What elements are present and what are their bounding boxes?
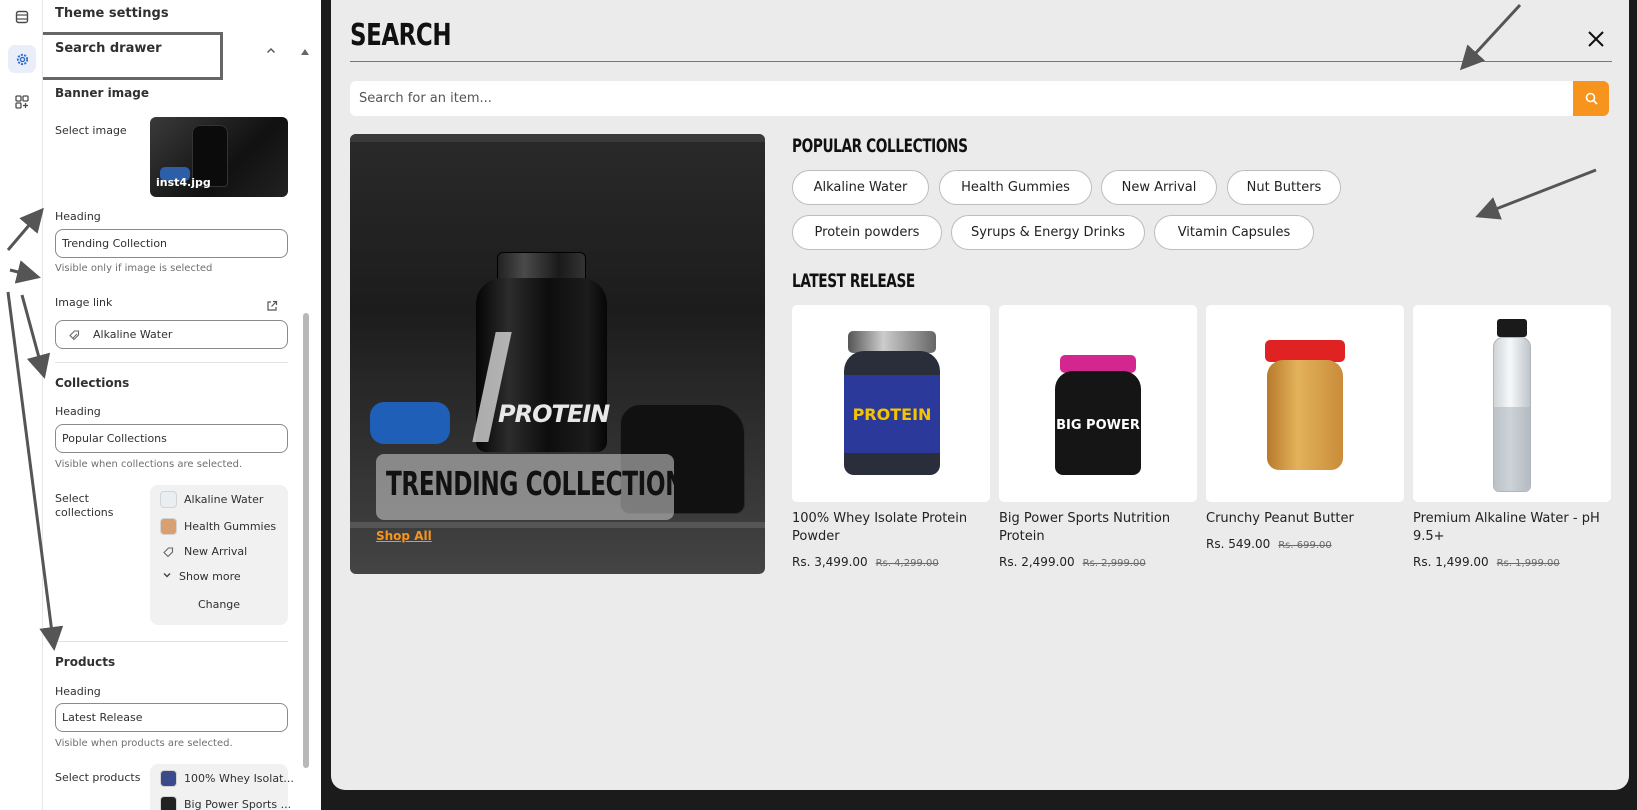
annotation-arrows	[6, 3, 1597, 651]
annotation-arrow	[9, 260, 41, 284]
annotation-arrow	[20, 294, 51, 379]
annotation-arrow	[1475, 168, 1597, 220]
annotation-arrow	[1459, 3, 1522, 71]
annotation-arrow	[6, 291, 64, 651]
annotation-arrow	[6, 207, 44, 251]
